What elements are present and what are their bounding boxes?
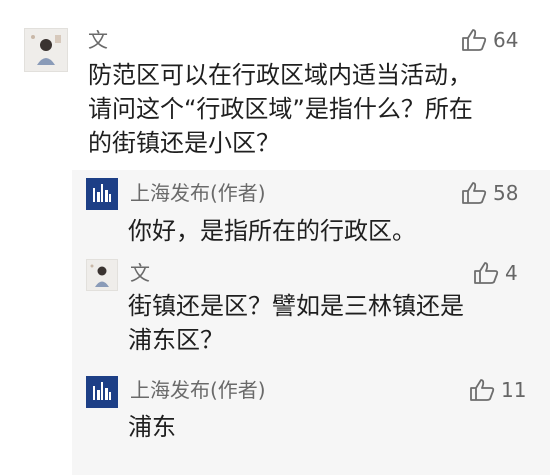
reply-author[interactable]: 上海发布(作者) (130, 181, 266, 205)
thumbs-up-icon (462, 182, 487, 204)
comment-text-line: 防范区可以在行政区域内适当活动， (88, 61, 472, 89)
org-avatar[interactable] (86, 376, 118, 408)
comment-text-line: 的街镇还是小区？ (88, 129, 280, 157)
reply-text-line: 浦东 (128, 413, 176, 441)
thumbs-up-icon (462, 29, 487, 51)
like-count: 64 (493, 28, 519, 52)
user-avatar-image (87, 260, 117, 290)
reply-text-line: 你好，是指所在的行政区。 (128, 217, 416, 245)
thumbs-up-icon (474, 262, 499, 284)
user-avatar[interactable] (24, 28, 68, 72)
user-avatar-image (25, 29, 67, 71)
comment-text-line: 请问这个“行政区域”是指什么？所在 (88, 95, 473, 123)
like-count: 11 (501, 378, 527, 402)
like-count: 4 (505, 261, 518, 285)
like-count: 58 (493, 181, 519, 205)
reply-text-line: 街镇还是区？譬如是三林镇还是 (128, 292, 464, 320)
like-button[interactable]: 58 (461, 181, 518, 205)
comment-author[interactable]: 文 (88, 28, 108, 52)
like-button[interactable]: 11 (469, 378, 526, 402)
org-avatar[interactable] (86, 178, 118, 210)
reply-text-line: 浦东区？ (128, 326, 224, 354)
user-avatar[interactable] (86, 259, 118, 291)
like-button[interactable]: 4 (473, 261, 518, 285)
reply-author[interactable]: 文 (130, 261, 150, 285)
skyline-logo-icon (86, 376, 118, 408)
reply-author[interactable]: 上海发布(作者) (130, 378, 266, 402)
skyline-logo-icon (86, 178, 118, 210)
like-button[interactable]: 64 (461, 28, 518, 52)
thumbs-up-icon (470, 379, 495, 401)
